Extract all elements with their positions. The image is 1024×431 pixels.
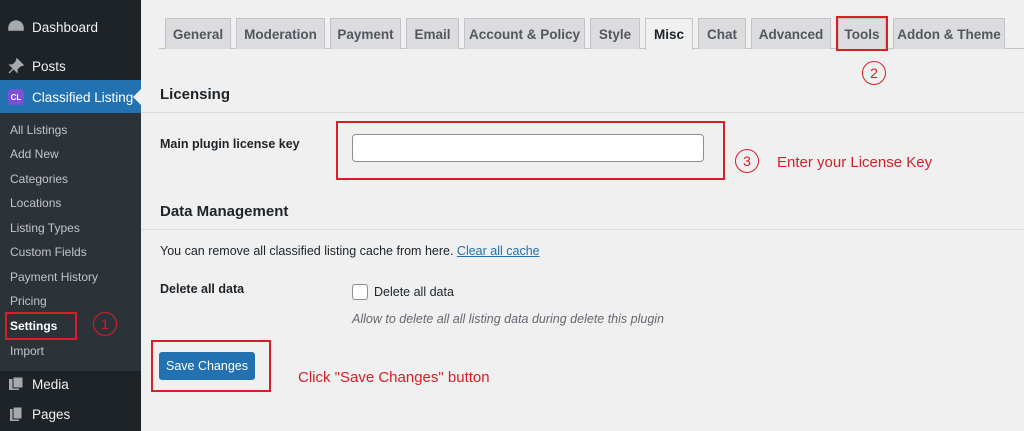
tab-moderation[interactable]: Moderation [236,18,325,49]
data-management-heading: Data Management [160,203,289,220]
annotation-step-1: 1 [93,312,117,336]
menu-pages-label: Pages [32,406,71,422]
submenu-custom-fields[interactable]: Custom Fields [10,242,87,262]
pin-icon [8,58,24,74]
admin-sidebar: Dashboard Posts CL Classified Listing Al… [0,0,141,431]
active-menu-arrow [133,89,141,105]
classified-listing-logo-icon: CL [8,89,24,105]
annotation-save-note: Click "Save Changes" button [298,369,490,386]
dashboard-icon [8,19,24,35]
submenu-locations[interactable]: Locations [10,193,61,213]
annotation-license-note: Enter your License Key [777,154,933,171]
tab-payment[interactable]: Payment [330,18,401,49]
data-management-divider [141,229,1024,230]
menu-pages[interactable]: Pages [0,397,141,431]
tab-account-policy[interactable]: Account & Policy [464,18,585,49]
license-key-label: Main plugin license key [160,137,300,151]
licensing-heading: Licensing [160,86,231,103]
tab-chat[interactable]: Chat [698,18,746,49]
submenu-listing-types[interactable]: Listing Types [10,218,80,238]
tab-email[interactable]: Email [406,18,459,49]
annotation-box-save [151,340,271,392]
submenu-pricing[interactable]: Pricing [10,291,47,311]
menu-dashboard-label: Dashboard [32,19,99,35]
tab-advanced[interactable]: Advanced [751,18,831,49]
tab-misc[interactable]: Misc [645,18,693,50]
pages-icon [8,406,24,422]
delete-data-checkbox-label[interactable]: Delete all data [374,285,454,299]
menu-dashboard[interactable]: Dashboard [0,10,141,44]
cache-text: You can remove all classified listing ca… [160,244,454,258]
submenu-import[interactable]: Import [10,341,44,361]
delete-data-description: Allow to delete all all listing data dur… [352,312,664,326]
tab-style[interactable]: Style [590,18,640,49]
menu-posts[interactable]: Posts [0,49,141,83]
submenu-payment-history[interactable]: Payment History [10,267,98,287]
menu-classified-listing[interactable]: CL Classified Listing [0,80,141,114]
annotation-step-3: 3 [735,149,759,173]
licensing-divider [141,112,1024,113]
annotation-box-tools [836,16,888,51]
clear-cache-link[interactable]: Clear all cache [457,244,540,258]
submenu-add-new[interactable]: Add New [10,144,59,164]
submenu-all-listings[interactable]: All Listings [10,120,67,140]
media-icon [8,376,24,392]
menu-media[interactable]: Media [0,367,141,401]
delete-data-checkbox[interactable] [352,284,368,300]
tab-addon-theme[interactable]: Addon & Theme [893,18,1005,49]
submenu-categories[interactable]: Categories [10,169,68,189]
tab-general[interactable]: General [165,18,231,49]
menu-classified-listing-label: Classified Listing [32,89,134,105]
menu-media-label: Media [32,376,69,392]
menu-posts-label: Posts [32,58,66,74]
cache-description: You can remove all classified listing ca… [160,244,540,258]
delete-data-label: Delete all data [160,282,245,296]
annotation-box-license [336,121,725,180]
annotation-box-settings [5,312,77,340]
annotation-step-2: 2 [862,61,886,85]
